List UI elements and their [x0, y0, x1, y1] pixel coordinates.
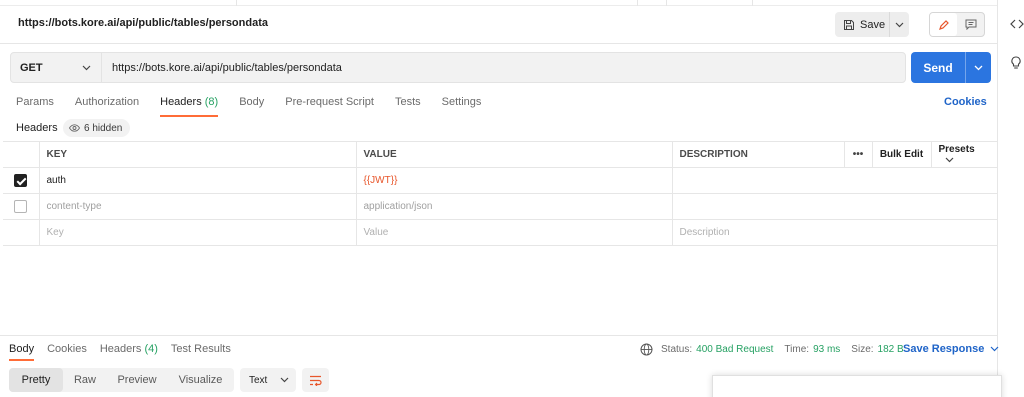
- method-label: GET: [20, 61, 43, 74]
- hidden-headers-toggle[interactable]: 6 hidden: [63, 119, 131, 137]
- tab-separator: [637, 0, 638, 6]
- response-headers-count: (4): [144, 343, 158, 355]
- mode-toggle: [929, 12, 985, 37]
- right-sidebar: [997, 0, 1024, 397]
- time-value[interactable]: 93 ms: [813, 344, 840, 355]
- chevron-down-icon: [990, 346, 999, 352]
- time-label: Time:: [784, 344, 810, 355]
- status-value[interactable]: 400 Bad Request: [696, 344, 773, 355]
- chevron-down-icon: [82, 65, 91, 70]
- header-key-cell[interactable]: content-type: [38, 193, 357, 220]
- tab-tests[interactable]: Tests: [395, 96, 421, 114]
- tab-settings[interactable]: Settings: [442, 96, 482, 114]
- header-value-cell[interactable]: application/json: [355, 193, 673, 220]
- more-options-button[interactable]: •••: [843, 141, 873, 168]
- request-title: https://bots.kore.ai/api/public/tables/p…: [18, 17, 268, 29]
- globe-icon[interactable]: [640, 343, 653, 356]
- new-key-input[interactable]: Key: [38, 219, 357, 246]
- edit-mode-button[interactable]: [930, 13, 957, 36]
- tab-authorization[interactable]: Authorization: [75, 96, 139, 114]
- url-input[interactable]: https://bots.kore.ai/api/public/tables/p…: [102, 62, 342, 74]
- tab-params[interactable]: Params: [16, 96, 54, 114]
- presets-dropdown[interactable]: Presets: [930, 141, 997, 168]
- chevron-down-icon: [280, 377, 289, 383]
- response-status-bar: Status: 400 Bad Request Time: 93 ms Size…: [640, 343, 904, 356]
- view-preview[interactable]: Preview: [107, 368, 167, 392]
- tab-pre-request-script[interactable]: Pre-request Script: [285, 96, 374, 114]
- header-description-cell[interactable]: [671, 193, 997, 220]
- view-raw[interactable]: Raw: [63, 368, 107, 392]
- url-bar: GET https://bots.kore.ai/api/public/tabl…: [10, 52, 906, 83]
- save-button[interactable]: Save: [835, 12, 909, 37]
- eye-icon: [69, 124, 80, 132]
- column-header-value: VALUE: [355, 141, 673, 168]
- tab-separator: [666, 0, 667, 6]
- method-select[interactable]: GET: [11, 53, 102, 82]
- chevron-down-icon: [974, 65, 983, 70]
- chevron-down-icon: [945, 157, 953, 163]
- send-button-label: Send: [923, 60, 953, 75]
- comments-button[interactable]: [957, 13, 984, 36]
- header-check-cell: [3, 141, 40, 168]
- request-tabs: Params Authorization Headers (8) Body Pr…: [16, 96, 502, 117]
- size-label: Size:: [851, 344, 874, 355]
- row-enabled-checkbox[interactable]: [14, 174, 28, 187]
- send-options-dropdown[interactable]: [965, 52, 991, 83]
- response-tabs: Body Cookies Headers (4) Test Results: [9, 343, 244, 361]
- table-row: content-type application/json: [3, 193, 997, 220]
- headers-count: (8): [204, 96, 219, 108]
- new-value-input[interactable]: Value: [355, 219, 673, 246]
- response-view-selector: Pretty Raw Preview Visualize: [9, 368, 234, 392]
- save-options-dropdown[interactable]: [889, 12, 909, 37]
- header-key-cell[interactable]: auth: [38, 167, 357, 194]
- row-enabled-checkbox[interactable]: [14, 200, 28, 213]
- save-response-button[interactable]: Save Response: [903, 343, 999, 355]
- size-value[interactable]: 182 B: [878, 344, 904, 355]
- hidden-headers-label: 6 hidden: [84, 122, 123, 134]
- response-tab-headers[interactable]: Headers (4): [100, 343, 158, 355]
- bulk-edit-button[interactable]: Bulk Edit: [871, 141, 932, 168]
- tab-headers[interactable]: Headers (8): [160, 96, 219, 117]
- headers-section-title: Headers: [16, 122, 58, 134]
- tab-separator: [236, 0, 237, 6]
- table-header-row: KEY VALUE DESCRIPTION ••• Bulk Edit Pres…: [3, 141, 997, 168]
- view-visualize[interactable]: Visualize: [167, 368, 234, 392]
- table-row-new: Key Value Description: [3, 219, 997, 246]
- wrap-lines-button[interactable]: [302, 368, 329, 392]
- column-header-key: KEY: [38, 141, 357, 168]
- new-description-input[interactable]: Description: [671, 219, 997, 246]
- tab-separator: [752, 0, 753, 6]
- view-pretty[interactable]: Pretty: [9, 368, 63, 392]
- response-tab-test-results[interactable]: Test Results: [171, 343, 231, 355]
- cookies-link[interactable]: Cookies: [944, 96, 987, 108]
- response-tab-body[interactable]: Body: [9, 343, 35, 361]
- headers-table: KEY VALUE DESCRIPTION ••• Bulk Edit Pres…: [3, 141, 997, 246]
- format-label: Text: [249, 374, 268, 386]
- column-header-description: DESCRIPTION: [671, 141, 845, 168]
- floating-popup[interactable]: [712, 375, 1002, 397]
- send-button[interactable]: Send: [911, 52, 991, 83]
- format-select[interactable]: Text: [240, 368, 296, 392]
- header-description-cell[interactable]: [671, 167, 997, 194]
- code-icon[interactable]: [1010, 18, 1024, 30]
- chevron-down-icon: [895, 22, 904, 27]
- tab-body[interactable]: Body: [239, 96, 264, 114]
- divider: [0, 43, 997, 44]
- save-button-label: Save: [860, 18, 886, 31]
- response-divider[interactable]: [0, 335, 997, 336]
- status-label: Status:: [661, 344, 693, 355]
- wrap-lines-icon: [310, 375, 322, 386]
- comment-icon: [965, 19, 976, 30]
- lightbulb-icon[interactable]: [1010, 56, 1022, 70]
- header-value-cell[interactable]: {{JWT}}: [355, 167, 673, 194]
- top-tab-strip: [0, 0, 997, 6]
- response-tab-cookies[interactable]: Cookies: [47, 343, 87, 355]
- floppy-disk-icon: [844, 19, 854, 30]
- table-row: auth {{JWT}}: [3, 167, 997, 194]
- pencil-icon: [938, 19, 949, 30]
